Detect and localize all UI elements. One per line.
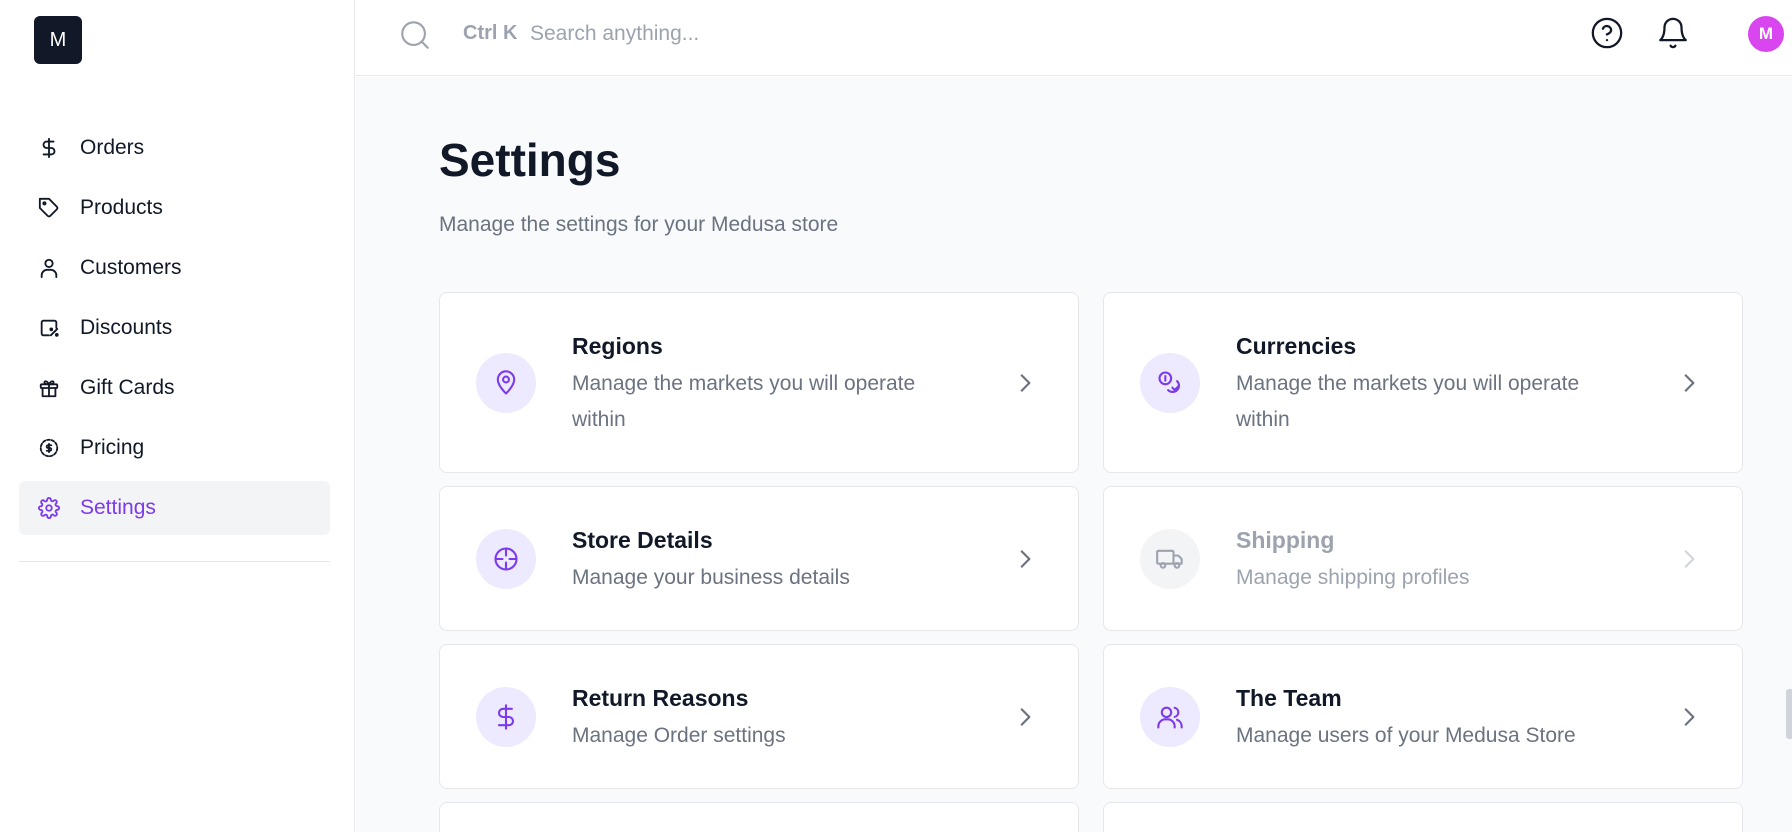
chevron-right-icon (1676, 546, 1702, 572)
store-logo[interactable]: M (34, 16, 82, 64)
settings-card-return-reasons[interactable]: Return Reasons Manage Order settings (439, 644, 1079, 789)
sidebar-item-gift-cards[interactable]: Gift Cards (19, 361, 330, 415)
sidebar-divider (19, 561, 330, 562)
card-description: Manage shipping profiles (1236, 566, 1470, 589)
card-title: The Team (1236, 685, 1342, 711)
chevron-right-icon (1676, 370, 1702, 396)
user-avatar[interactable]: M (1748, 16, 1784, 52)
topbar: Ctrl K M (356, 0, 1792, 76)
chevron-right-icon (1012, 546, 1038, 572)
sidebar: M Orders Products Customers Discounts Gi… (0, 0, 355, 832)
help-icon[interactable] (1590, 16, 1624, 50)
discount-icon (37, 316, 61, 340)
settings-card-currencies[interactable]: Currencies Manage the markets you will o… (1103, 292, 1743, 473)
settings-card-partial[interactable] (1103, 802, 1743, 832)
scrollbar-thumb[interactable] (1786, 689, 1792, 739)
sidebar-item-label: Discounts (80, 316, 173, 339)
sidebar-item-discounts[interactable]: Discounts (19, 301, 330, 355)
card-description: Manage Order settings (572, 724, 786, 747)
sidebar-item-label: Gift Cards (80, 376, 175, 399)
main-content: Settings Manage the settings for your Me… (356, 77, 1792, 832)
card-description: Manage the markets you will operate with… (572, 372, 916, 431)
sidebar-item-pricing[interactable]: Pricing (19, 421, 330, 475)
sidebar-item-settings[interactable]: Settings (19, 481, 330, 535)
sidebar-item-customers[interactable]: Customers (19, 241, 330, 295)
settings-card-regions[interactable]: Regions Manage the markets you will oper… (439, 292, 1079, 473)
settings-card-partial[interactable] (439, 802, 1079, 832)
user-icon (37, 256, 61, 280)
settings-card-shipping[interactable]: Shipping Manage shipping profiles (1103, 486, 1743, 631)
settings-card-store-details[interactable]: Store Details Manage your business detai… (439, 486, 1079, 631)
tag-icon (37, 196, 61, 220)
search-input[interactable] (530, 14, 1130, 54)
card-description: Manage the markets you will operate with… (1236, 372, 1580, 431)
crosshair-icon (476, 529, 536, 589)
gear-icon (37, 496, 61, 520)
dollar-icon (476, 687, 536, 747)
sidebar-item-label: Products (80, 196, 163, 219)
sidebar-item-label: Customers (80, 256, 182, 279)
bell-icon[interactable] (1656, 16, 1690, 50)
card-description: Manage users of your Medusa Store (1236, 724, 1576, 747)
truck-icon (1140, 529, 1200, 589)
card-title: Regions (572, 333, 663, 359)
coins-icon (1140, 353, 1200, 413)
sidebar-item-label: Orders (80, 136, 145, 159)
sidebar-nav: Orders Products Customers Discounts Gift… (19, 121, 330, 541)
chevron-right-icon (1676, 704, 1702, 730)
search-icon[interactable] (398, 18, 432, 52)
page-title: Settings (439, 134, 621, 186)
map-pin-icon (476, 353, 536, 413)
sidebar-item-label: Pricing (80, 436, 145, 459)
pricing-icon (37, 436, 61, 460)
card-title: Currencies (1236, 333, 1357, 359)
chevron-right-icon (1012, 704, 1038, 730)
card-title: Return Reasons (572, 685, 749, 711)
sidebar-item-orders[interactable]: Orders (19, 121, 330, 175)
card-title: Shipping (1236, 527, 1335, 553)
users-icon (1140, 687, 1200, 747)
card-title: Store Details (572, 527, 713, 553)
card-description: Manage your business details (572, 566, 850, 589)
gift-icon (37, 376, 61, 400)
sidebar-item-label: Settings (80, 496, 156, 519)
settings-card-the-team[interactable]: The Team Manage users of your Medusa Sto… (1103, 644, 1743, 789)
search-shortcut-hint: Ctrl K (463, 22, 518, 44)
store-logo-letter: M (49, 28, 67, 51)
chevron-right-icon (1012, 370, 1038, 396)
sidebar-item-products[interactable]: Products (19, 181, 330, 235)
page-subtitle: Manage the settings for your Medusa stor… (439, 213, 839, 236)
dollar-icon (37, 136, 61, 160)
